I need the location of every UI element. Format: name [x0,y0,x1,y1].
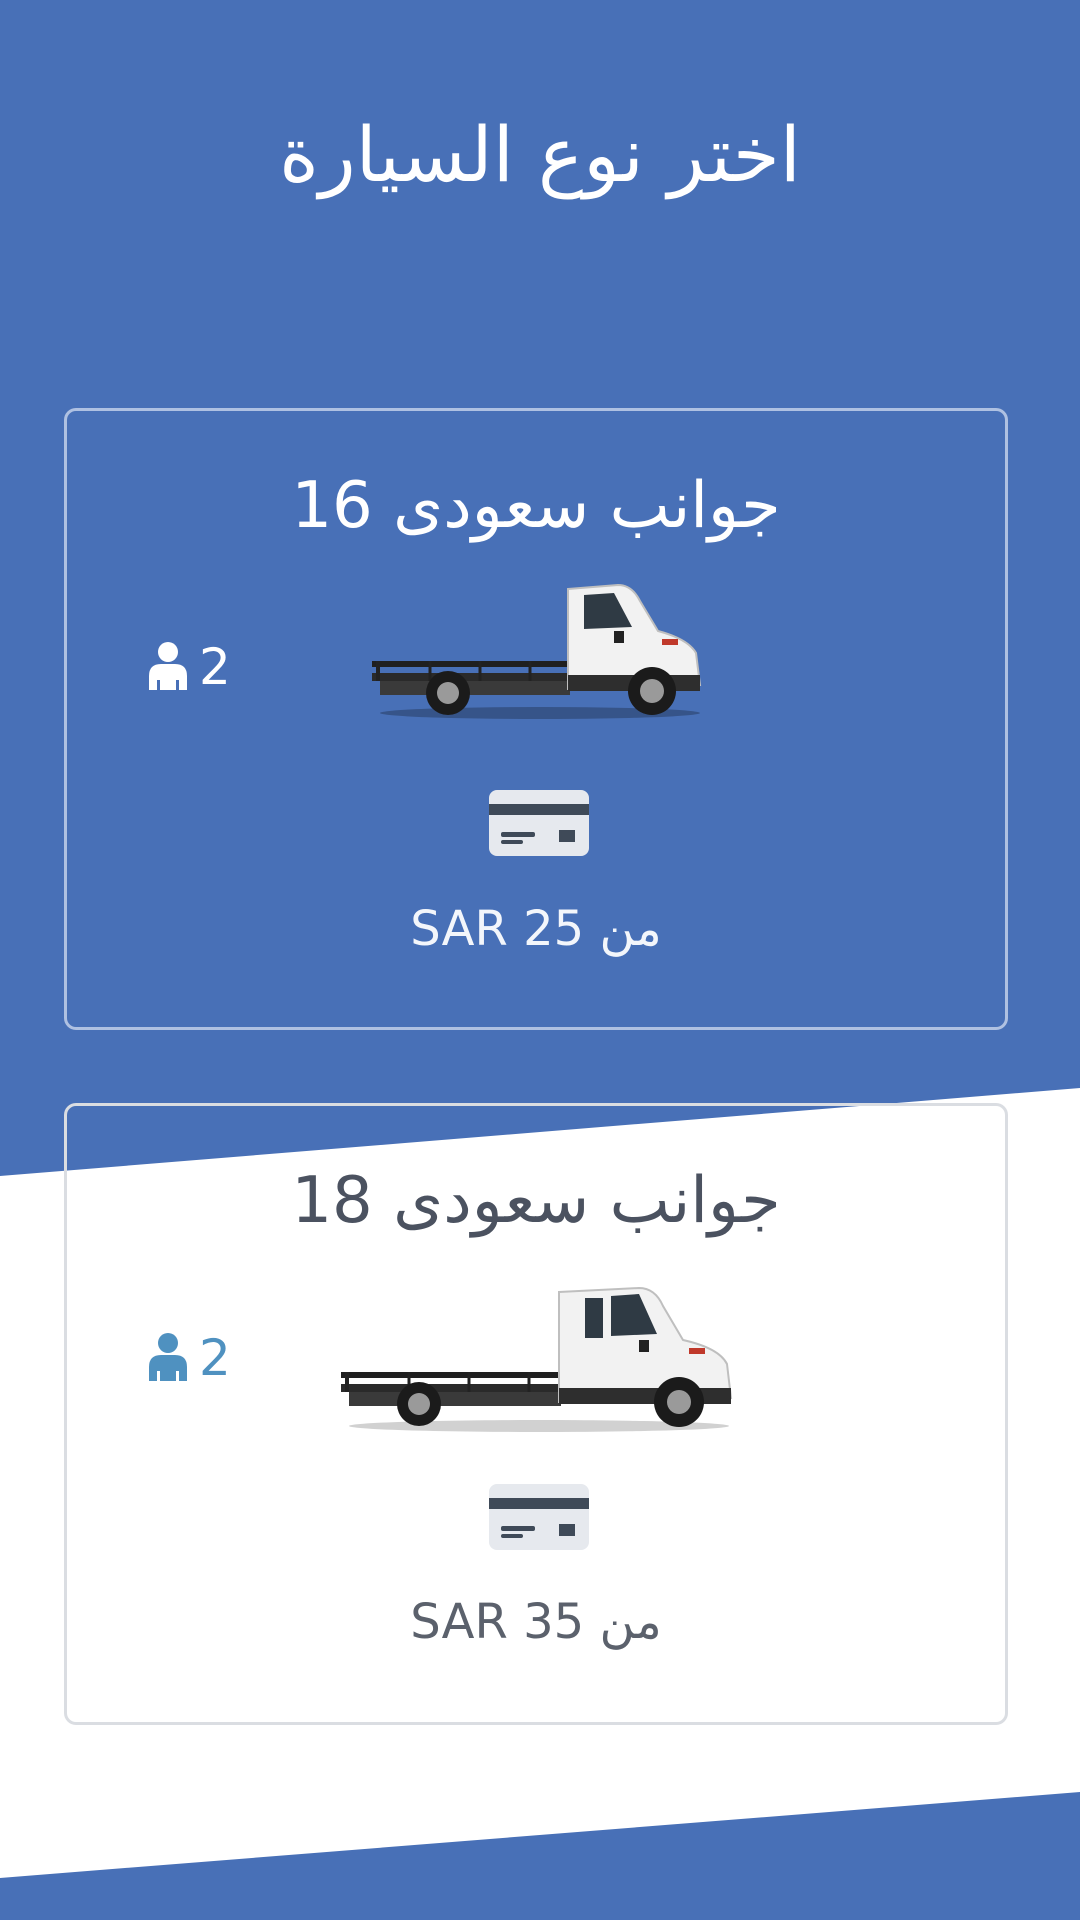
price-value: SAR 35 [410,1594,585,1650]
credit-card-icon [489,790,589,856]
vehicle-card-16[interactable]: جوانب سعودى 16 2 من SAR 25 [64,408,1008,1030]
person-icon [149,1333,187,1381]
seat-count-value: 2 [199,638,231,696]
price-value: SAR 25 [410,901,585,957]
price-prefix: من [599,901,662,957]
vehicle-name: جوانب سعودى 16 [291,469,781,543]
flatbed-truck-image [372,583,702,719]
seat-count-value: 2 [199,1329,231,1387]
person-icon [149,642,187,690]
seat-count: 2 [147,1328,231,1388]
seat-count: 2 [147,637,231,697]
vehicle-card-18[interactable]: جوانب سعودى 18 2 من SAR 35 [64,1103,1008,1725]
price-label: من SAR 35 [67,1592,1005,1652]
vehicle-name: جوانب سعودى 18 [291,1164,781,1238]
flatbed-truck-extended-cab-image [341,1286,733,1432]
credit-card-icon [489,1484,589,1550]
price-prefix: من [599,1594,662,1650]
price-label: من SAR 25 [67,899,1005,959]
page-title: اختر نوع السيارة [279,110,801,199]
